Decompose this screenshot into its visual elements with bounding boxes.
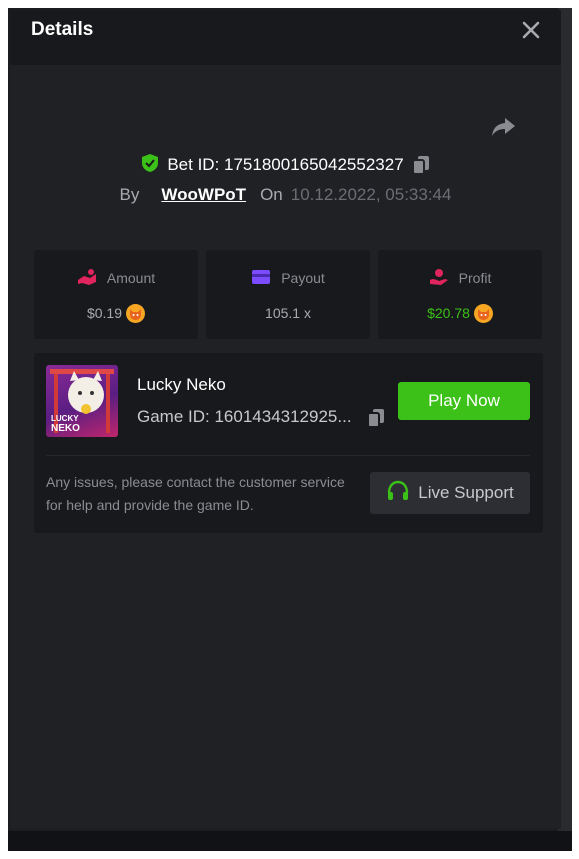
payout-label: Payout — [281, 270, 325, 286]
game-id: Game ID: 1601434312925... — [137, 407, 352, 426]
payout-value: 105.1 x — [265, 305, 311, 321]
by-label: By — [119, 185, 140, 204]
copy-bet-id-icon[interactable] — [411, 155, 430, 175]
share-icon[interactable] — [490, 116, 516, 138]
modal-title: Details — [31, 19, 94, 40]
username-link[interactable]: WooWPoT — [161, 185, 246, 205]
bet-date: 10.12.2022, 05:33:44 — [290, 185, 452, 204]
bet-id-row: Bet ID: 1751800165042552327 — [10, 152, 561, 178]
live-support-label: Live Support — [418, 483, 514, 502]
on-label: On — [260, 185, 283, 204]
divider — [46, 455, 530, 456]
play-now-button[interactable]: Play Now — [398, 382, 530, 420]
shib-coin-icon — [126, 303, 146, 323]
amount-stat: Amount $0.19 — [34, 250, 198, 339]
payout-card-icon — [251, 269, 271, 288]
amount-value: $0.19 — [86, 305, 123, 321]
game-name[interactable]: Lucky Neko — [137, 375, 226, 395]
bet-id: Bet ID: 1751800165042552327 — [167, 155, 404, 174]
profit-label: Profit — [458, 270, 492, 286]
game-card: LUCKY NEKO Lucky Neko Game ID: 160143431… — [34, 353, 543, 533]
thumb-text-2: NEKO — [51, 423, 80, 434]
profit-stat: Profit $20.78 — [378, 250, 542, 339]
amount-label: Amount — [106, 270, 156, 286]
modal-header: Details — [10, 10, 561, 65]
profit-value: $20.78 — [427, 305, 470, 321]
thumb-text-1: LUCKY — [51, 414, 79, 423]
bet-author-row: By WooWPoT On 10.12.2022, 05:33:44 — [10, 183, 561, 207]
profit-icon — [429, 268, 449, 289]
verified-shield-icon — [141, 153, 159, 178]
headset-icon — [386, 480, 410, 507]
amount-icon — [77, 268, 97, 289]
shib-coin-icon — [473, 303, 493, 323]
bet-details-modal: Details Bet ID: 1751800165042552327 By W… — [10, 10, 561, 829]
support-help-text: Any issues, please contact the customer … — [46, 474, 345, 513]
copy-game-id-icon[interactable] — [367, 408, 385, 428]
game-thumbnail[interactable]: LUCKY NEKO — [46, 365, 118, 437]
close-icon[interactable] — [520, 19, 542, 41]
live-support-button[interactable]: Live Support — [370, 472, 530, 514]
payout-stat: Payout 105.1 x — [206, 250, 370, 339]
background-page-bottom — [8, 831, 572, 851]
